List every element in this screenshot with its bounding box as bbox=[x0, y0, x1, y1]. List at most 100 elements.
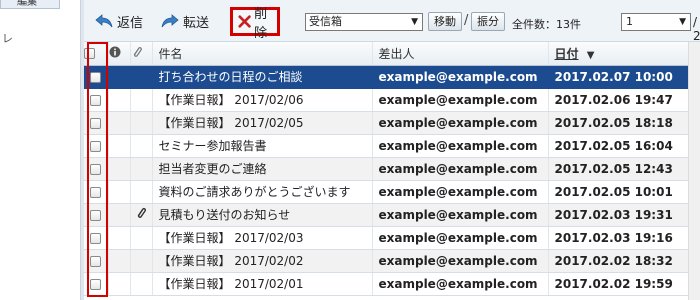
row-checkbox[interactable] bbox=[90, 163, 102, 175]
row-info-cell bbox=[108, 157, 131, 181]
edit-tab[interactable]: 編集 bbox=[0, 0, 60, 9]
page-select-value: 1 bbox=[626, 15, 633, 28]
mail-row[interactable]: 【作業日報】 2017/02/02 example@example.com 2017… bbox=[84, 249, 699, 273]
info-column-header[interactable] bbox=[108, 42, 131, 66]
row-checkbox[interactable] bbox=[90, 186, 102, 198]
row-attachment-cell bbox=[130, 203, 153, 227]
row-info-cell bbox=[108, 180, 131, 204]
left-pane: 編集 レ bbox=[0, 0, 81, 300]
separator-slash: / bbox=[464, 13, 469, 28]
row-date[interactable]: 2017.02.02 19:59 bbox=[548, 272, 699, 296]
row-subject[interactable]: 見積もり送付のお知らせ bbox=[152, 203, 373, 227]
row-date[interactable]: 2017.02.05 12:43 bbox=[548, 157, 699, 181]
row-checkbox[interactable] bbox=[90, 117, 102, 129]
page-select[interactable]: 1 ▼ bbox=[621, 13, 691, 31]
total-count: 全件数：13件 bbox=[512, 18, 581, 31]
attachment-column-header[interactable] bbox=[130, 42, 153, 66]
row-checkbox[interactable] bbox=[90, 140, 102, 152]
row-date[interactable]: 2017.02.03 19:31 bbox=[548, 203, 699, 227]
row-from[interactable]: example@example.com bbox=[372, 157, 549, 181]
row-from[interactable]: example@example.com bbox=[372, 249, 549, 273]
info-icon bbox=[109, 46, 120, 58]
row-from[interactable]: example@example.com bbox=[372, 272, 549, 296]
row-from[interactable]: example@example.com bbox=[372, 111, 549, 135]
row-info-cell bbox=[108, 203, 131, 227]
row-from[interactable]: example@example.com bbox=[372, 180, 549, 204]
delete-label: 削除 bbox=[254, 6, 268, 41]
page-total: / 2 bbox=[693, 15, 700, 43]
from-column-header[interactable]: 差出人 bbox=[372, 42, 549, 66]
mail-row[interactable]: 【作業日報】 2017/02/05 example@example.com 2017… bbox=[84, 111, 699, 135]
row-subject[interactable]: 【作業日報】 2017/02/01 bbox=[152, 272, 373, 296]
row-subject[interactable]: 資料のご請求ありがとうございます bbox=[152, 180, 373, 204]
mail-row[interactable]: 【作業日報】 2017/02/01 example@example.com 2017… bbox=[84, 272, 699, 296]
row-from[interactable]: example@example.com bbox=[372, 134, 549, 158]
row-attachment-cell bbox=[130, 157, 153, 181]
row-subject[interactable]: セミナー参加報告書 bbox=[152, 134, 373, 158]
row-info-cell bbox=[108, 65, 131, 89]
row-checkbox[interactable] bbox=[90, 209, 102, 221]
row-date[interactable]: 2017.02.05 10:01 bbox=[548, 180, 699, 204]
row-date[interactable]: 2017.02.05 16:04 bbox=[548, 134, 699, 158]
row-attachment-cell bbox=[130, 65, 153, 89]
row-subject[interactable]: 【作業日報】 2017/02/02 bbox=[152, 249, 373, 273]
row-checkbox[interactable] bbox=[90, 255, 102, 267]
reply-icon bbox=[95, 14, 113, 28]
row-attachment-cell bbox=[130, 249, 153, 273]
delete-button[interactable]: 削除 bbox=[230, 7, 280, 41]
mail-row[interactable]: 資料のご請求ありがとうございます example@example.com 2017.… bbox=[84, 180, 699, 204]
row-checkbox[interactable] bbox=[90, 94, 102, 106]
row-info-cell bbox=[108, 249, 131, 273]
mail-row[interactable]: 担当者変更のご連絡 example@example.com 2017.02.05 1… bbox=[84, 157, 699, 181]
mail-row[interactable]: セミナー参加報告書 example@example.com 2017.02.05 1… bbox=[84, 134, 699, 158]
row-subject[interactable]: 【作業日報】 2017/02/05 bbox=[152, 111, 373, 135]
table-header-row: 件名 差出人 日付 ▼ bbox=[84, 42, 699, 66]
row-subject[interactable]: 【作業日報】 2017/02/03 bbox=[152, 226, 373, 250]
move-button[interactable]: 移動 bbox=[428, 12, 462, 31]
delete-x-icon bbox=[238, 15, 251, 28]
row-from[interactable]: example@example.com bbox=[372, 88, 549, 112]
subject-column-header[interactable]: 件名 bbox=[152, 42, 373, 66]
date-column-header[interactable]: 日付 ▼ bbox=[548, 42, 699, 66]
row-checkbox-cell bbox=[84, 88, 109, 112]
row-from[interactable]: example@example.com bbox=[372, 65, 549, 89]
reply-label: 返信 bbox=[117, 15, 144, 31]
row-date[interactable]: 2017.02.06 19:47 bbox=[548, 88, 699, 112]
mail-row[interactable]: 【作業日報】 2017/02/03 example@example.com 2017… bbox=[84, 226, 699, 250]
row-date[interactable]: 2017.02.02 18:32 bbox=[548, 249, 699, 273]
row-attachment-cell bbox=[130, 180, 153, 204]
row-checkbox[interactable] bbox=[90, 278, 102, 290]
row-attachment-cell bbox=[130, 88, 153, 112]
sort-desc-icon: ▼ bbox=[586, 49, 595, 61]
row-attachment-cell bbox=[130, 226, 153, 250]
row-checkbox-cell bbox=[84, 180, 109, 204]
row-checkbox[interactable] bbox=[90, 71, 102, 83]
paperclip-icon bbox=[137, 207, 146, 218]
date-header-label: 日付 bbox=[554, 46, 579, 61]
chevron-down-icon: ▼ bbox=[411, 17, 418, 27]
row-from[interactable]: example@example.com bbox=[372, 203, 549, 227]
sort-rule-button[interactable]: 振分 bbox=[471, 12, 505, 31]
mail-toolbar: 返信 転送 削除 受信箱 ▼ 移動 / 振分 全件数：13件 1 ▼ / 2 bbox=[84, 0, 700, 43]
row-subject[interactable]: 担当者変更のご連絡 bbox=[152, 157, 373, 181]
vertical-scrollbar[interactable] bbox=[688, 42, 700, 300]
reply-button[interactable]: 返信 bbox=[94, 11, 143, 31]
row-date[interactable]: 2017.02.05 18:18 bbox=[548, 111, 699, 135]
row-info-cell bbox=[108, 134, 131, 158]
mail-row[interactable]: 見積もり送付のお知らせ example@example.com 2017.02.03… bbox=[84, 203, 699, 227]
forward-button[interactable]: 転送 bbox=[160, 11, 209, 31]
select-all-checkbox[interactable] bbox=[84, 48, 95, 60]
row-checkbox-cell bbox=[84, 249, 109, 273]
row-date[interactable]: 2017.02.03 19:16 bbox=[548, 226, 699, 250]
row-subject[interactable]: 【作業日報】 2017/02/06 bbox=[152, 88, 373, 112]
row-info-cell bbox=[108, 111, 131, 135]
mail-row[interactable]: 打ち合わせの日程のご相談 example@example.com 2017.02.0… bbox=[84, 65, 699, 89]
mail-row[interactable]: 【作業日報】 2017/02/06 example@example.com 2017… bbox=[84, 88, 699, 112]
row-info-cell bbox=[108, 272, 131, 296]
mail-list-table: 件名 差出人 日付 ▼ 打ち合わせの日程のご相談 example@example.… bbox=[84, 42, 699, 296]
row-checkbox[interactable] bbox=[90, 232, 102, 244]
row-subject[interactable]: 打ち合わせの日程のご相談 bbox=[152, 65, 373, 89]
folder-select[interactable]: 受信箱 ▼ bbox=[305, 13, 423, 31]
row-from[interactable]: example@example.com bbox=[372, 226, 549, 250]
row-date[interactable]: 2017.02.07 10:00 bbox=[548, 65, 699, 89]
